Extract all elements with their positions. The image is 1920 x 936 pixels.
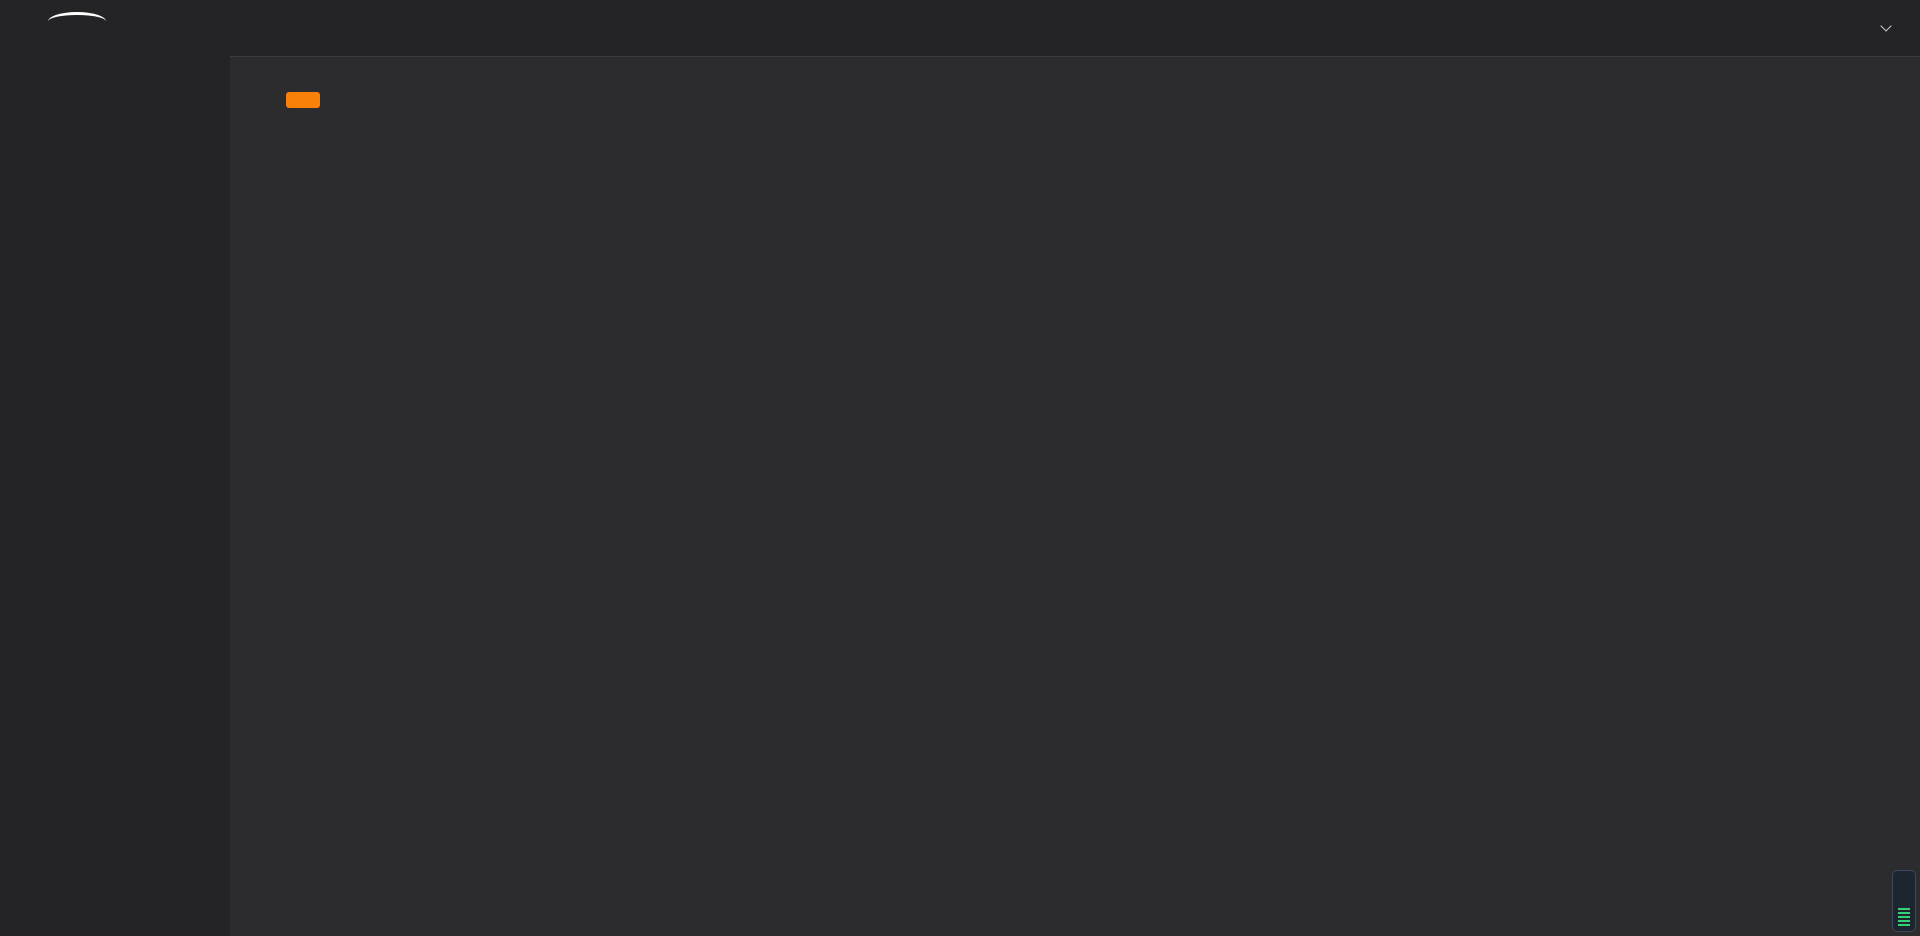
doc-icon — [286, 20, 302, 36]
chevron-down-icon — [1880, 20, 1891, 31]
breadcrumb-item-member[interactable] — [340, 20, 374, 36]
topbar — [230, 0, 1920, 57]
sidebar — [0, 0, 230, 936]
promo-settings-button[interactable] — [286, 92, 320, 108]
app-logo — [0, 10, 230, 65]
breadcrumb — [286, 20, 394, 36]
main-column — [230, 0, 1920, 936]
app-root — [0, 0, 1920, 936]
topbar-right — [1840, 26, 1890, 30]
floating-widget[interactable] — [1892, 870, 1916, 932]
user-menu[interactable] — [1866, 26, 1890, 30]
user-icon — [340, 20, 356, 36]
breadcrumb-item-root[interactable] — [286, 20, 320, 36]
logo-arc — [48, 12, 106, 31]
content — [230, 57, 1920, 936]
